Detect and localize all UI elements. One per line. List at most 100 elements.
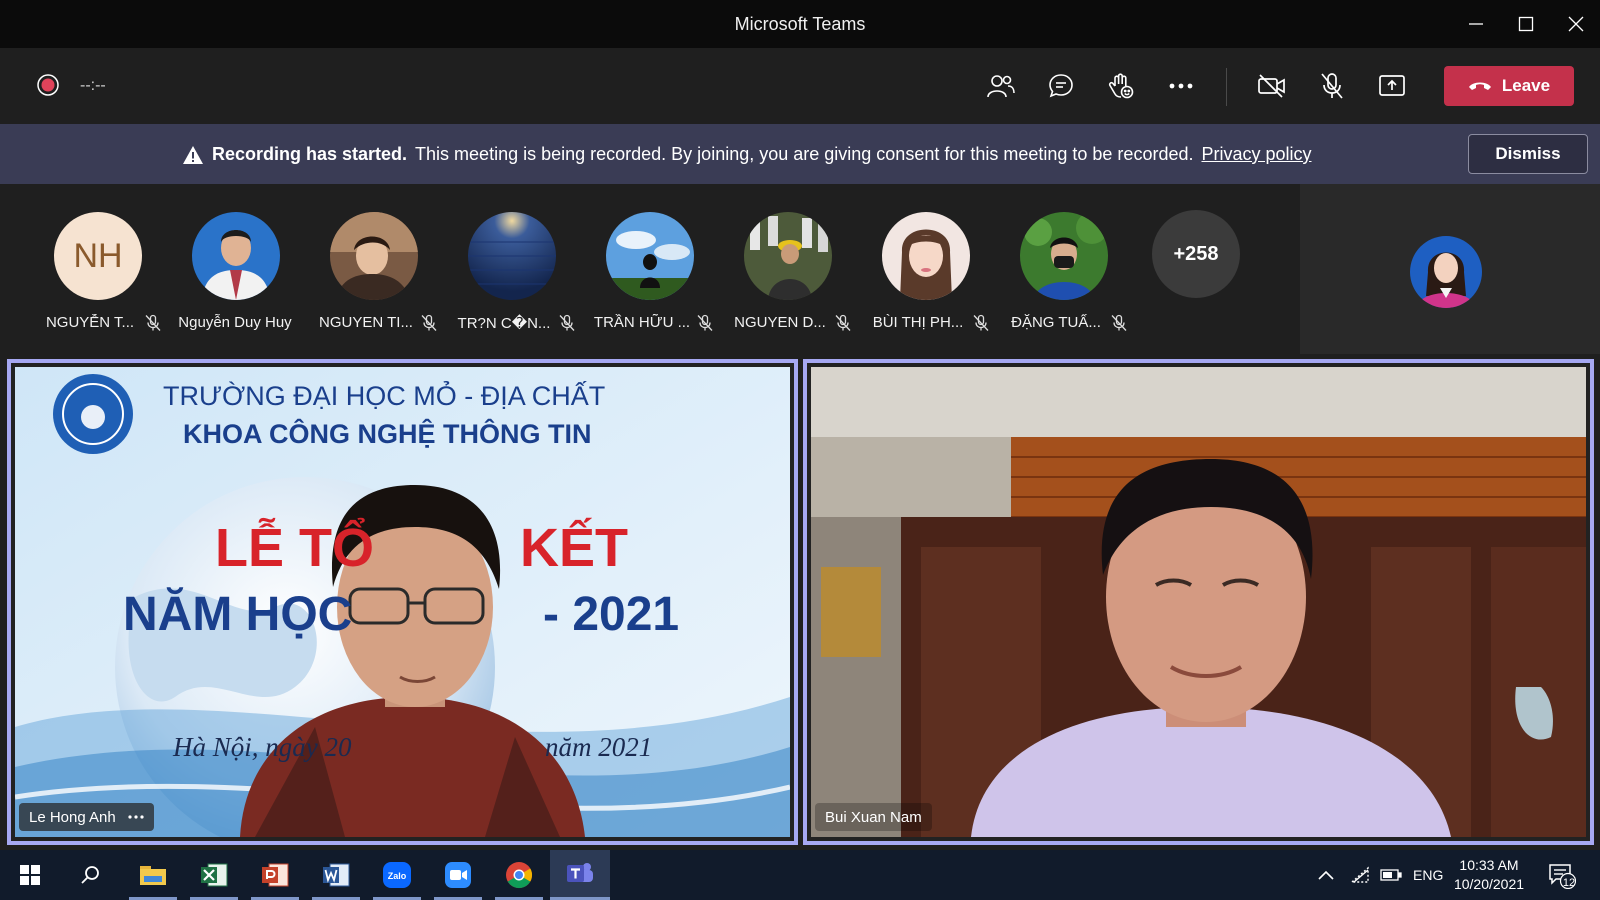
avatar: [192, 212, 280, 300]
maximize-icon: [1518, 16, 1534, 32]
close-window-button[interactable]: [1556, 8, 1596, 40]
battery-status[interactable]: [1380, 850, 1402, 900]
avatar: [468, 212, 556, 300]
participants-button[interactable]: [983, 68, 1019, 104]
search-icon: [81, 866, 99, 884]
slide-date-right: năm 2021: [545, 732, 653, 762]
clock-date: 10/20/2021: [1453, 876, 1525, 892]
start-button[interactable]: [0, 850, 60, 900]
privacy-policy-link[interactable]: Privacy policy: [1201, 144, 1311, 165]
video-feed: [811, 367, 1586, 837]
folder-icon: [140, 866, 166, 885]
taskbar-teams[interactable]: [550, 850, 610, 900]
self-view: [1300, 184, 1600, 354]
slide-university: TRƯỜNG ĐẠI HỌC MỎ - ĐỊA CHẤT: [163, 381, 606, 411]
people-icon: [987, 75, 1015, 98]
warning-icon: [183, 145, 203, 164]
camera-toggle-button[interactable]: [1254, 68, 1290, 104]
mic-toggle-button[interactable]: [1314, 68, 1350, 104]
participant-name: TR?N C�N...: [457, 315, 551, 332]
participant-name: NGUYEN D...: [734, 314, 826, 331]
slide-year-right: - 2021: [543, 588, 680, 641]
video-tile[interactable]: TRƯỜNG ĐẠI HỌC MỎ - ĐỊA CHẤT KHOA CÔNG N…: [7, 359, 798, 845]
participant-label-name: Le Hong Anh: [29, 808, 116, 826]
participant-item[interactable]: BÙI THỊ PH...: [860, 212, 990, 342]
mic-off-icon: [145, 314, 161, 331]
participant-item[interactable]: NH NGUYỄN T...: [32, 212, 162, 342]
windows-logo-icon: [20, 865, 40, 885]
video-background: [811, 367, 1586, 837]
participant-strip: NH NGUYỄN T... Nguyễn Duy Huy NGUYEN TI.…: [0, 184, 1600, 354]
mic-off-icon: [559, 314, 575, 331]
chevron-up-icon: [1318, 870, 1334, 880]
teams-icon: [567, 862, 593, 882]
slide-year-left: NĂM HỌC: [123, 588, 353, 641]
participant-label: Le Hong Anh: [19, 803, 154, 831]
more-icon: [1169, 83, 1193, 89]
notification-center-button[interactable]: 12: [1548, 850, 1576, 900]
maximize-button[interactable]: [1506, 8, 1546, 40]
participant-name: NGUYỄN T...: [45, 314, 135, 331]
slide-title-left: LỄ TỔ: [215, 518, 374, 578]
tray-expand-button[interactable]: [1318, 850, 1334, 900]
system-clock[interactable]: 10:33 AM 10/20/2021: [1444, 856, 1534, 894]
meeting-timer: --:--: [80, 77, 106, 94]
participant-name: ĐẶNG TUẤ...: [1011, 314, 1101, 331]
clock-time: 10:33 AM: [1459, 857, 1519, 873]
chrome-icon: [506, 862, 533, 889]
participant-item[interactable]: NGUYEN D...: [722, 212, 852, 342]
recording-banner: Recording has started. This meeting is b…: [0, 124, 1600, 184]
dismiss-button[interactable]: Dismiss: [1468, 134, 1588, 174]
self-avatar: [1410, 236, 1482, 308]
taskbar-file-explorer[interactable]: [123, 850, 183, 900]
participant-item[interactable]: NGUYEN TI...: [308, 212, 438, 342]
shared-slide: TRƯỜNG ĐẠI HỌC MỎ - ĐỊA CHẤT KHOA CÔNG N…: [15, 367, 790, 837]
participant-name: BÙI THỊ PH...: [872, 314, 964, 331]
video-tile[interactable]: Bui Xuan Nam: [803, 359, 1594, 845]
participant-item[interactable]: ĐẶNG TUẤ...: [998, 212, 1128, 342]
excel-icon: [201, 863, 228, 887]
phone-hangup-icon: [1468, 82, 1491, 90]
reactions-button[interactable]: [1103, 68, 1139, 104]
slide-date-left: Hà Nội, ngày 20: [173, 732, 352, 762]
mic-off-icon: [421, 314, 437, 331]
leave-button[interactable]: Leave: [1444, 66, 1574, 106]
taskbar-zoom[interactable]: [428, 850, 488, 900]
zoom-icon: [445, 862, 471, 888]
share-screen-button[interactable]: [1374, 68, 1410, 104]
participant-item[interactable]: TRẦN HỮU ...: [584, 212, 714, 342]
more-actions-button[interactable]: [1163, 68, 1199, 104]
mic-off-icon: [1111, 314, 1127, 331]
avatar-initials: NH: [73, 236, 123, 275]
more-participants-button[interactable]: +258: [1152, 210, 1240, 298]
chat-button[interactable]: [1043, 68, 1079, 104]
word-icon: [323, 863, 350, 887]
leave-label: Leave: [1501, 76, 1551, 95]
avatar: [606, 212, 694, 300]
participant-label-name: Bui Xuan Nam: [825, 808, 922, 826]
slide-title-right: KẾT: [520, 518, 628, 578]
search-button[interactable]: [60, 850, 120, 900]
taskbar-zalo[interactable]: Zalo: [367, 850, 427, 900]
participant-item[interactable]: Nguyễn Duy Huy: [170, 212, 300, 342]
avatar: [744, 212, 832, 300]
mic-off-icon: [835, 314, 851, 331]
toolbar-divider: [1226, 68, 1227, 106]
share-tray-icon: [1379, 75, 1405, 96]
avatar: NH: [54, 212, 142, 300]
network-status[interactable]: [1350, 850, 1370, 900]
taskbar-powerpoint[interactable]: [245, 850, 305, 900]
notification-count: 12: [1562, 877, 1576, 889]
language-indicator[interactable]: ENG: [1413, 850, 1443, 900]
camera-off-icon: [1258, 74, 1285, 98]
participant-item[interactable]: TR?N C�N...: [446, 212, 576, 342]
zalo-icon: Zalo: [383, 862, 411, 888]
raise-hand-icon: [1108, 73, 1134, 99]
battery-icon: [1380, 869, 1402, 881]
taskbar-excel[interactable]: [184, 850, 244, 900]
close-icon: [1568, 16, 1584, 32]
taskbar-word[interactable]: [306, 850, 366, 900]
taskbar-chrome[interactable]: [489, 850, 549, 900]
minimize-button[interactable]: [1456, 8, 1496, 40]
more-options-icon[interactable]: [128, 815, 144, 819]
